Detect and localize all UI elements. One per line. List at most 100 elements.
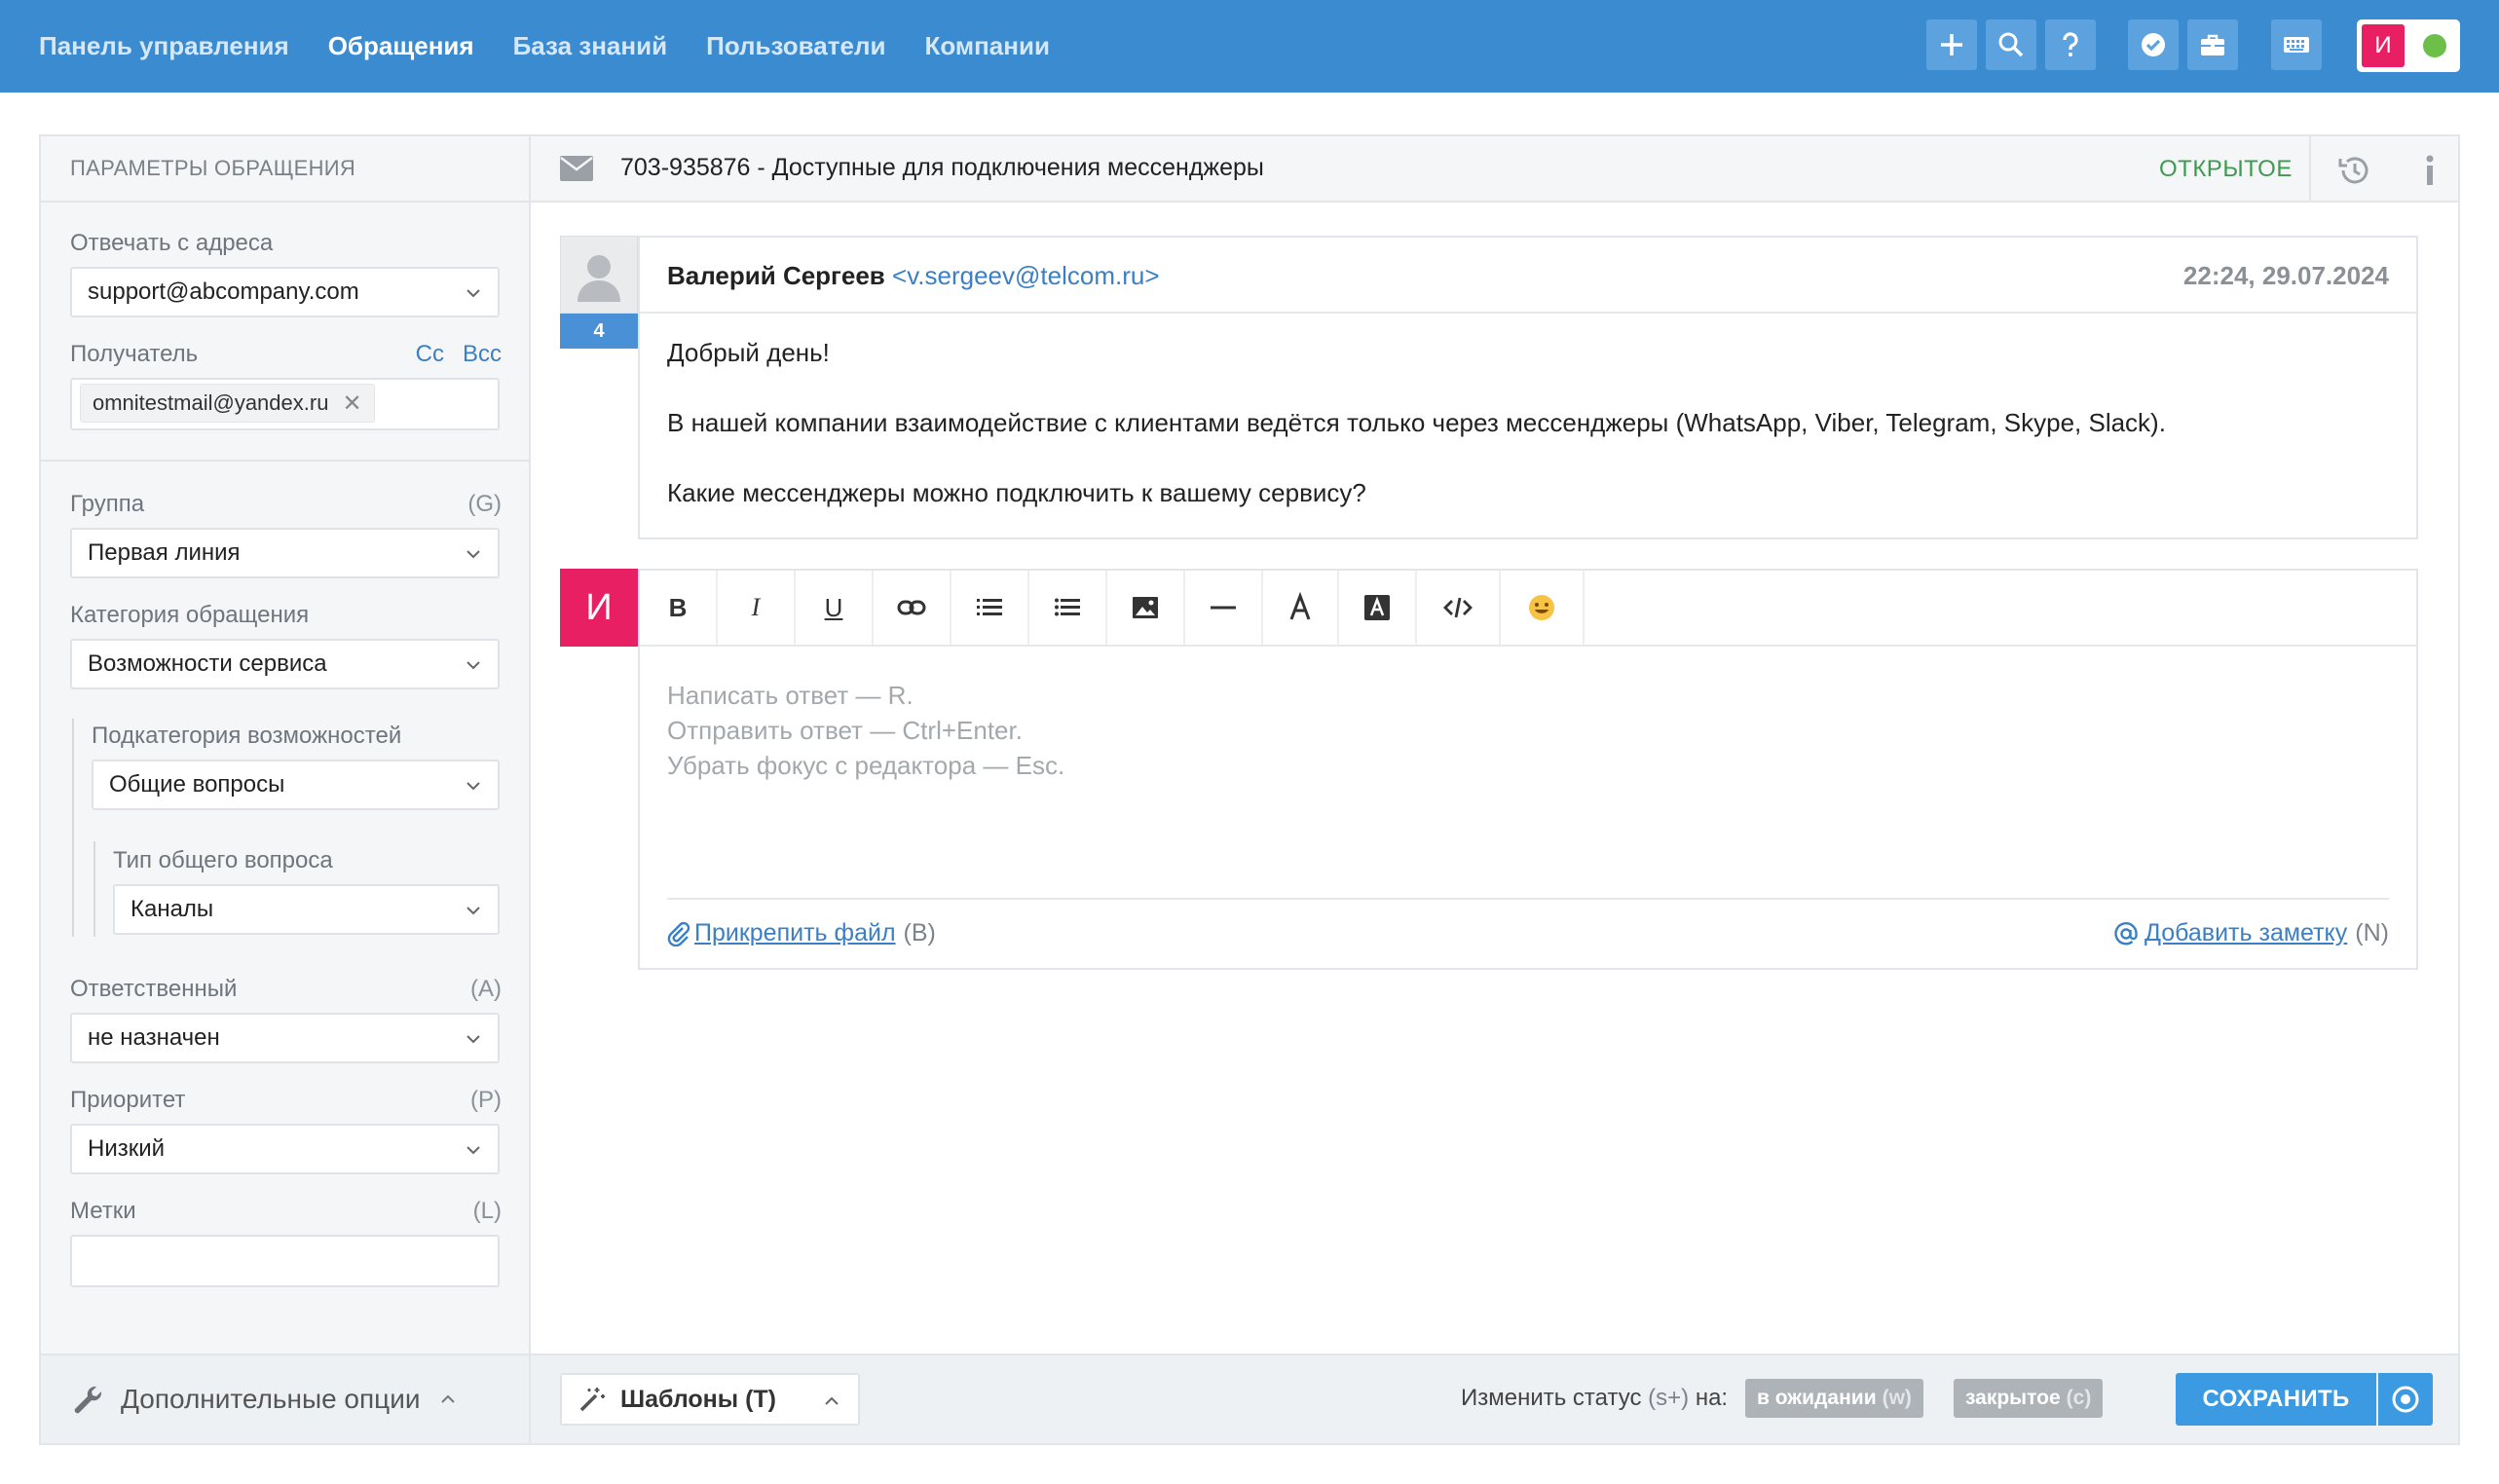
reply-from-value: support@abcompany.com xyxy=(88,278,359,305)
user-silhouette-icon xyxy=(578,255,620,302)
search-icon xyxy=(1998,32,2024,57)
status-pending-label: в ожидании xyxy=(1757,1387,1877,1409)
ticket-parameters-sidebar: Параметры обращения Отвечать с адреса su… xyxy=(41,136,531,1443)
category-select[interactable]: Возможности сервиса xyxy=(70,639,500,689)
tags-input[interactable] xyxy=(70,1235,500,1287)
ticket-header: 703-935876 - Доступные для подключения м… xyxy=(531,136,2458,203)
target-circle-icon xyxy=(2392,1386,2419,1413)
assignee-value: не назначен xyxy=(88,1024,220,1051)
placeholder-line: Убрать фокус с редактора — Esc. xyxy=(667,751,1065,780)
emoji-button[interactable] xyxy=(1501,571,1585,645)
user-menu[interactable]: И xyxy=(2357,19,2460,72)
nav-item-tickets[interactable]: Обращения xyxy=(328,31,474,61)
status-closed-button[interactable]: закрытое (c) xyxy=(1954,1379,2104,1418)
history-icon[interactable] xyxy=(2337,153,2372,188)
keyboard-shortcuts-button[interactable] xyxy=(2271,19,2322,70)
recipient-tag: omnitestmail@yandex.ru ✕ xyxy=(80,384,375,423)
status-pending-shortcut: (w) xyxy=(1882,1387,1912,1409)
priority-select[interactable]: Низкий xyxy=(70,1124,500,1174)
check-badge-icon xyxy=(2142,33,2165,56)
assignee-select[interactable]: не назначен xyxy=(70,1013,500,1063)
author-email[interactable]: <v.sergeev@telcom.ru> xyxy=(892,261,1159,290)
action-footer: Шаблоны (T) Изменить статус (s+) на: в о… xyxy=(531,1354,2458,1443)
nav-item-dashboard[interactable]: Панель управления xyxy=(39,31,289,61)
link-icon xyxy=(897,600,926,615)
reply-from-label: Отвечать с адреса xyxy=(70,230,274,256)
nav-item-companies[interactable]: Компании xyxy=(924,31,1049,61)
change-status-suffix: на: xyxy=(1695,1385,1729,1411)
bcc-link[interactable]: Bcc xyxy=(463,341,502,368)
save-button[interactable]: СОХРАНИТЬ xyxy=(2176,1373,2376,1426)
message-line: Какие мессенджеры можно подключить к ваш… xyxy=(667,478,1366,507)
ticket-content: 703-935876 - Доступные для подключения м… xyxy=(531,136,2458,1443)
question-type-label: Тип общего вопроса xyxy=(113,847,333,873)
author-avatar xyxy=(560,236,638,314)
text-color-button[interactable] xyxy=(1263,571,1339,645)
chevron-up-icon xyxy=(825,1396,839,1405)
nesting-line xyxy=(93,841,95,937)
nav-item-users[interactable]: Пользователи xyxy=(706,31,885,61)
question-type-value: Каналы xyxy=(131,896,214,922)
tasks-button[interactable] xyxy=(2128,19,2179,70)
status-pending-button[interactable]: в ожидании (w) xyxy=(1745,1379,1923,1418)
plus-icon xyxy=(1941,34,1962,56)
chevron-down-icon xyxy=(466,907,480,915)
remove-recipient-icon[interactable]: ✕ xyxy=(342,390,361,418)
magic-wand-icon xyxy=(579,1388,605,1412)
tags-label: Метки xyxy=(70,1198,136,1224)
horizontal-rule-icon xyxy=(1211,606,1236,610)
emoji-icon xyxy=(1529,595,1554,620)
background-color-button[interactable] xyxy=(1339,571,1417,645)
nav-item-knowledge-base[interactable]: База знаний xyxy=(513,31,668,61)
question-type-select[interactable]: Каналы xyxy=(113,884,500,935)
bold-button[interactable]: B xyxy=(640,571,718,645)
add-note-label[interactable]: Добавить заметку xyxy=(2145,919,2347,947)
work-button[interactable] xyxy=(2187,19,2238,70)
message-count-badge: 4 xyxy=(560,314,638,349)
chevron-down-icon xyxy=(466,1035,480,1044)
extra-options-toggle[interactable]: Дополнительные опции xyxy=(41,1354,529,1443)
priority-shortcut: (P) xyxy=(470,1087,502,1113)
search-button[interactable] xyxy=(1986,19,2036,70)
chevron-down-icon xyxy=(466,1146,480,1155)
change-status-shortcut: (s+) xyxy=(1648,1385,1690,1411)
recipient-tag-email: omnitestmail@yandex.ru xyxy=(93,390,329,415)
online-status-indicator xyxy=(2423,34,2446,57)
insert-image-button[interactable] xyxy=(1107,571,1185,645)
help-icon xyxy=(2063,32,2078,56)
create-button[interactable] xyxy=(1926,19,1977,70)
background-color-icon xyxy=(1364,595,1390,620)
info-icon[interactable] xyxy=(2415,153,2444,188)
message-body: Добрый день! В нашей компании взаимодейс… xyxy=(667,335,2166,545)
subcategory-value: Общие вопросы xyxy=(109,771,285,798)
help-button[interactable] xyxy=(2045,19,2096,70)
extra-options-label: Дополнительные опции xyxy=(121,1384,421,1414)
category-label: Категория обращения xyxy=(70,602,310,628)
user-avatar: И xyxy=(2362,24,2405,67)
attach-file-link[interactable]: Прикрепить файл (B) xyxy=(667,919,936,947)
cc-link[interactable]: Cc xyxy=(416,341,444,368)
bullet-list-button[interactable] xyxy=(1029,571,1107,645)
reply-from-select[interactable]: support@abcompany.com xyxy=(70,267,500,317)
templates-button[interactable]: Шаблоны (T) xyxy=(560,1373,860,1426)
link-button[interactable] xyxy=(874,571,951,645)
message-line: Добрый день! xyxy=(667,338,830,367)
underline-button[interactable]: U xyxy=(796,571,874,645)
add-note-link[interactable]: Добавить заметку (N) xyxy=(2113,919,2389,947)
attach-file-label[interactable]: Прикрепить файл xyxy=(694,919,896,947)
change-status-label: Изменить статус (s+) на: xyxy=(1461,1385,1728,1412)
numbered-list-button[interactable] xyxy=(951,571,1029,645)
group-value: Первая линия xyxy=(88,539,241,566)
group-select[interactable]: Первая линия xyxy=(70,528,500,578)
subcategory-select[interactable]: Общие вопросы xyxy=(92,760,500,810)
templates-label: Шаблоны (T) xyxy=(620,1385,776,1413)
status-closed-shortcut: (c) xyxy=(2066,1387,2092,1409)
italic-button[interactable]: I xyxy=(718,571,796,645)
horizontal-rule-button[interactable] xyxy=(1185,571,1263,645)
paperclip-icon xyxy=(667,921,690,946)
bullet-list-icon xyxy=(1055,598,1080,616)
save-options-button[interactable] xyxy=(2378,1373,2433,1426)
chevron-up-icon xyxy=(441,1394,456,1403)
code-button[interactable] xyxy=(1417,571,1501,645)
reply-editor[interactable]: B I U Написать ответ — R. Отправить отве… xyxy=(638,569,2418,970)
